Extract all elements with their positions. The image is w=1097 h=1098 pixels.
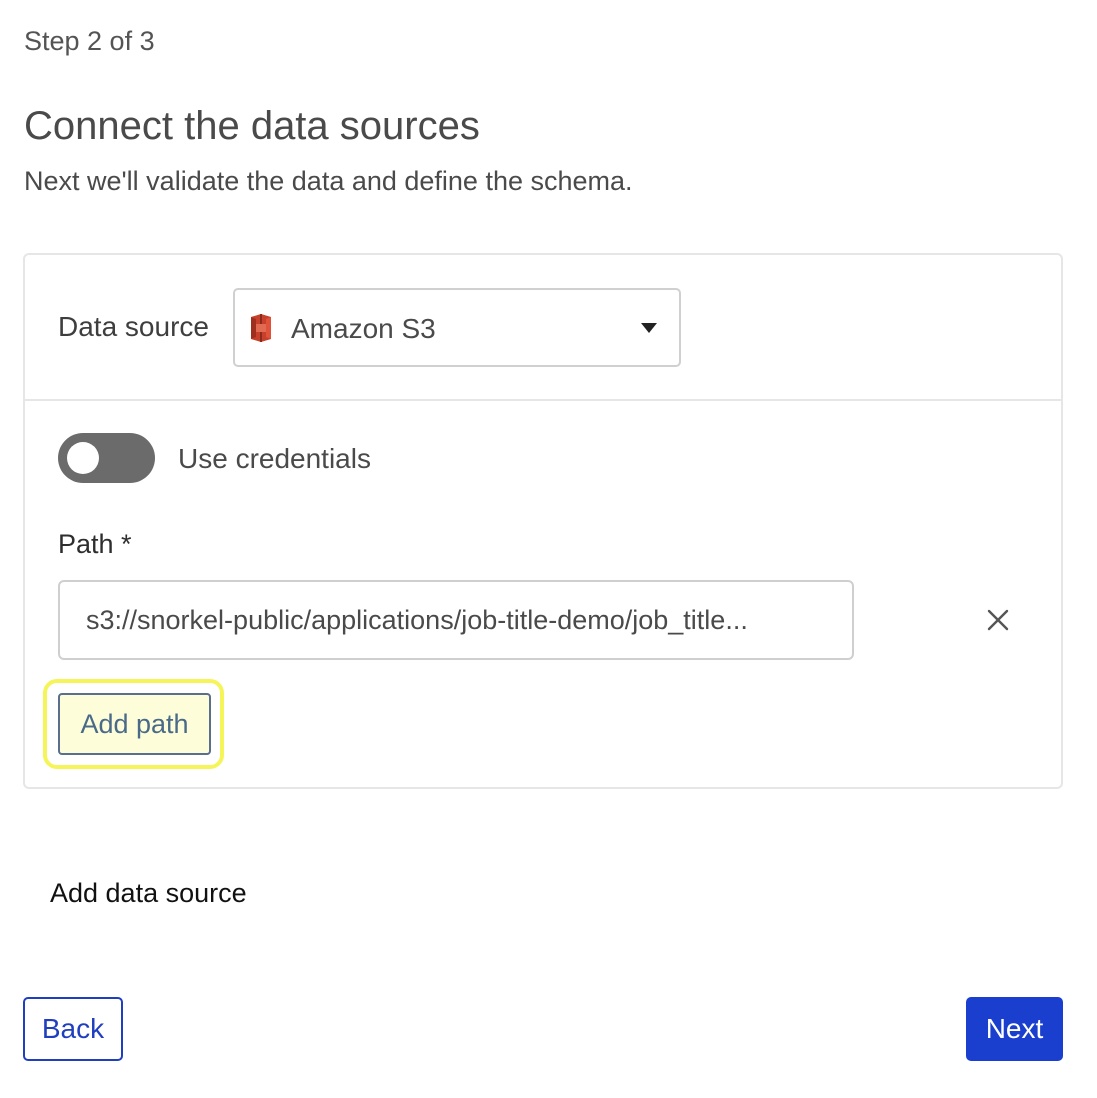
use-credentials-label: Use credentials: [178, 443, 371, 474]
amazon-s3-icon: [251, 314, 271, 342]
toggle-knob: [67, 442, 99, 474]
data-source-card: Data source Amazon S3 Use credentials Pa…: [23, 253, 1063, 789]
add-data-source-button[interactable]: Add data source: [50, 878, 247, 909]
step-indicator: Step 2 of 3: [24, 26, 155, 56]
path-label: Path *: [58, 529, 132, 559]
back-button[interactable]: Back: [23, 997, 123, 1061]
page-title: Connect the data sources: [24, 104, 480, 148]
path-input[interactable]: s3://snorkel-public/applications/job-tit…: [58, 580, 854, 660]
add-path-button[interactable]: Add path: [58, 693, 211, 755]
page-subtitle: Next we'll validate the data and define …: [24, 166, 633, 196]
data-source-label: Data source: [58, 311, 209, 342]
next-button[interactable]: Next: [966, 997, 1063, 1061]
close-icon[interactable]: [987, 609, 1009, 631]
data-source-select[interactable]: Amazon S3: [233, 288, 681, 367]
chevron-down-icon: [641, 323, 657, 333]
data-source-value: Amazon S3: [291, 313, 436, 344]
use-credentials-toggle[interactable]: [58, 433, 155, 483]
data-source-header: Data source Amazon S3: [25, 255, 1061, 401]
